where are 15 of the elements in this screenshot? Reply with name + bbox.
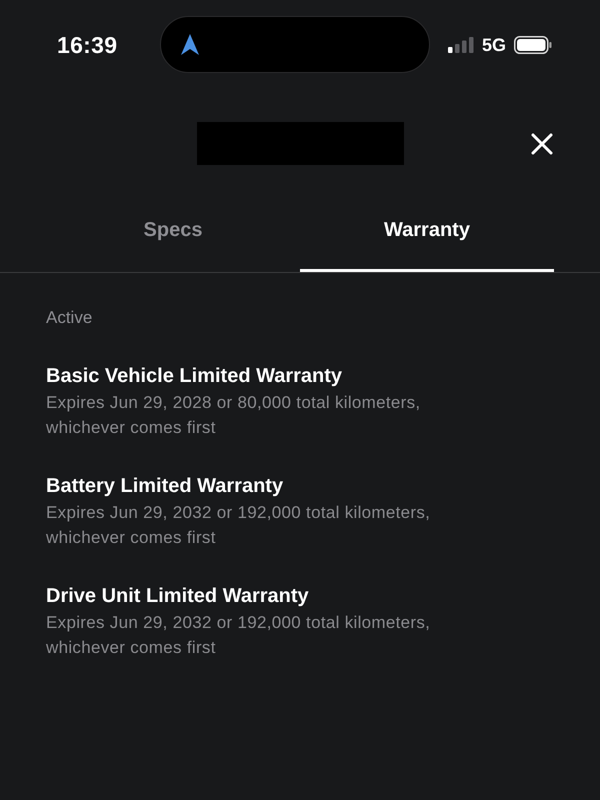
close-icon — [531, 132, 553, 154]
warranty-terms: Expires Jun 29, 2028 or 80,000 total kilometers, whichever comes first — [46, 392, 422, 439]
section-heading: Active — [46, 308, 94, 328]
warranty-title: Basic Vehicle Limited Warranty — [46, 364, 344, 388]
warranty-title: Battery Limited Warranty — [46, 474, 284, 498]
location-arrow-icon — [181, 34, 199, 55]
network-label: 5G — [482, 34, 506, 56]
tab[interactable]: Specs — [46, 205, 300, 272]
warranty-terms: Expires Jun 29, 2032 or 192,000 total kilometers, whichever comes first — [46, 612, 432, 659]
signal-bars-icon — [448, 36, 474, 52]
clock-time: 16:39 — [57, 30, 118, 58]
battery-icon — [514, 36, 552, 54]
warranty-title: Drive Unit Limited Warranty — [46, 584, 310, 608]
close-button[interactable] — [529, 130, 555, 156]
warranty-terms: Expires Jun 29, 2032 or 192,000 total kilometers, whichever comes first — [46, 502, 432, 549]
